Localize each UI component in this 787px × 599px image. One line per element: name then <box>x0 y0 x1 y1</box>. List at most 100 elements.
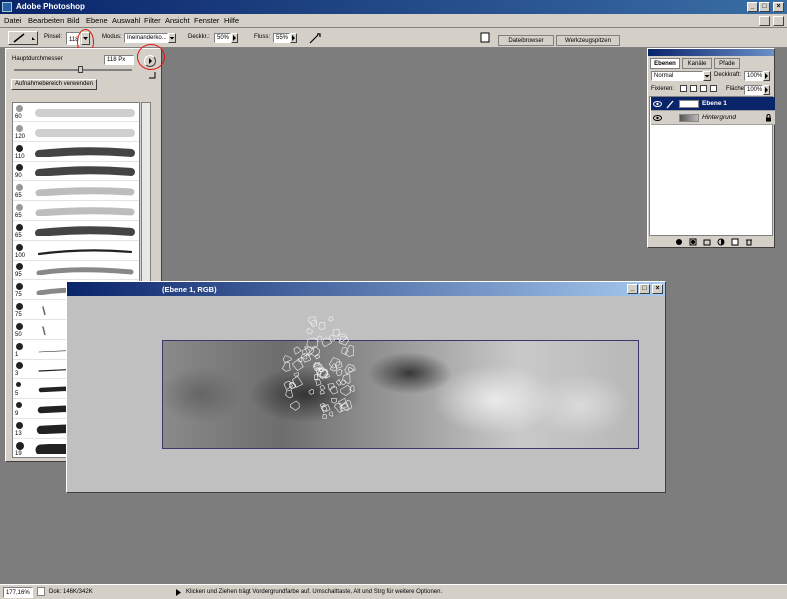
blend-mode-select[interactable]: Normal <box>651 71 703 81</box>
brush-preset[interactable]: 100 <box>13 242 139 261</box>
palette-well-icon[interactable] <box>480 32 490 43</box>
cursor-fragment <box>316 335 323 342</box>
brush-preset[interactable]: 60 <box>13 103 139 122</box>
new-set-icon[interactable] <box>703 238 711 246</box>
menu-ansicht[interactable]: Ansicht <box>165 16 190 25</box>
lock-position-checkbox[interactable] <box>700 85 707 92</box>
diameter-field[interactable]: 118 Px <box>104 55 134 65</box>
layer-name[interactable]: Hintergrund <box>702 114 736 121</box>
diameter-slider-track[interactable] <box>14 69 132 71</box>
new-fill-layer-icon[interactable] <box>717 238 725 246</box>
lock-icon <box>766 114 771 122</box>
doc-maximize-button[interactable]: □ <box>639 284 650 294</box>
tab-kanaele[interactable]: Kanäle <box>682 58 712 69</box>
menu-bild[interactable]: Bild <box>67 16 80 25</box>
cursor-fragment <box>321 337 332 348</box>
eye-icon[interactable] <box>653 100 662 108</box>
brush-tip-thumbnail <box>16 243 23 251</box>
tab-toolpresets[interactable]: Werkzeugspitzen <box>556 35 620 46</box>
mode-select[interactable]: Ineinanderko... <box>124 33 168 43</box>
layer-thumbnail <box>679 100 699 108</box>
app-titlebar: Adobe Photoshop _ □ × <box>0 0 787 14</box>
resize-corner-icon[interactable] <box>148 71 156 79</box>
brush-stroke-path <box>36 267 134 276</box>
doc-size: Dok: 146K/342K <box>49 589 93 595</box>
cursor-fragment <box>340 384 352 396</box>
fill-field[interactable]: 100% <box>744 85 763 95</box>
tool-preset-picker[interactable] <box>8 31 38 45</box>
layer-opacity-field[interactable]: 100% <box>744 71 763 81</box>
brush-preset[interactable]: 90 <box>13 162 139 182</box>
flow-field[interactable]: 55% <box>273 33 290 43</box>
menu-datei[interactable]: Datei <box>4 16 22 25</box>
play-arrow-icon[interactable] <box>175 588 182 597</box>
cursor-fragment <box>281 361 291 372</box>
brush-tip-thumbnail <box>16 223 23 231</box>
layers-footer <box>649 237 773 247</box>
flow-slider-button[interactable] <box>290 33 297 43</box>
brush-preset[interactable]: 110 <box>13 143 139 162</box>
blend-mode-dropdown[interactable] <box>703 71 711 81</box>
fill-slider-button[interactable] <box>763 85 770 95</box>
zoom-field[interactable]: 177,16% <box>3 587 33 598</box>
menu-close-button[interactable] <box>773 16 784 26</box>
cursor-fragment <box>335 368 343 376</box>
minimize-button[interactable]: _ <box>747 2 758 12</box>
eye-icon[interactable] <box>653 114 662 122</box>
layer-row[interactable]: Ebene 1 <box>651 97 775 111</box>
close-button[interactable]: × <box>773 2 784 12</box>
layer-mask-icon[interactable] <box>689 238 697 246</box>
menu-filter[interactable]: Filter <box>144 16 161 25</box>
brush-preset[interactable]: 65 <box>13 182 139 202</box>
layer-row[interactable]: Hintergrund <box>651 111 775 125</box>
opacity-slider-button[interactable] <box>231 33 238 43</box>
brush-preset[interactable]: 120 <box>13 123 139 142</box>
brush-preset[interactable]: 95 <box>13 261 139 281</box>
lock-all-checkbox[interactable] <box>710 85 717 92</box>
chevron-right-icon <box>765 73 768 79</box>
cursor-fragment <box>313 361 321 369</box>
opacity-field[interactable]: 50% <box>214 33 231 43</box>
maximize-button[interactable]: □ <box>759 2 770 12</box>
new-layer-icon[interactable] <box>731 238 739 246</box>
airbrush-icon[interactable] <box>308 31 322 45</box>
status-hint: Klicken und Ziehen trägt Vordergrundfarb… <box>186 589 443 595</box>
lock-transparency-checkbox[interactable] <box>680 85 687 92</box>
layers-panel-titlebar <box>648 49 774 56</box>
cursor-fragment <box>285 389 293 399</box>
menu-hilfe[interactable]: Hilfe <box>224 16 239 25</box>
diameter-slider-thumb[interactable] <box>78 66 83 73</box>
menu-fenster[interactable]: Fenster <box>194 16 219 25</box>
brush-cursor-outline <box>281 316 356 419</box>
tab-ebenen[interactable]: Ebenen <box>650 58 680 69</box>
brush-preset[interactable]: 65 <box>13 222 139 241</box>
brush-layer-icon <box>666 100 674 109</box>
layer-style-icon[interactable] <box>675 238 683 246</box>
menu-ebene[interactable]: Ebene <box>86 16 108 25</box>
layer-name[interactable]: Ebene 1 <box>702 100 727 107</box>
diameter-label: Hauptdurchmesser <box>12 56 63 62</box>
brush-tip-thumbnail <box>16 124 23 132</box>
doc-minimize-button[interactable]: _ <box>627 284 638 294</box>
flow-label: Fluss: <box>254 34 271 40</box>
brush-preset[interactable]: 65 <box>13 202 139 221</box>
menu-auswahl[interactable]: Auswahl <box>112 16 140 25</box>
menu-restore-button[interactable] <box>759 16 770 26</box>
cursor-fragment <box>319 390 325 395</box>
doc-close-button[interactable]: × <box>652 284 663 294</box>
photoshop-icon <box>2 2 12 12</box>
menu-bearbeiten[interactable]: Bearbeiten <box>28 16 64 25</box>
tab-filebrowser[interactable]: Dateibrowser <box>498 35 554 46</box>
trash-icon[interactable] <box>745 238 753 246</box>
brush-tip-thumbnail <box>16 322 23 330</box>
sample-area-button[interactable]: Aufnahmebereich verwenden <box>11 79 97 90</box>
lock-pixels-checkbox[interactable] <box>690 85 697 92</box>
brush-size-label: 65 <box>15 213 22 219</box>
tab-pfade[interactable]: Pfade <box>714 58 740 69</box>
brush-stroke-preview <box>37 248 133 255</box>
layer-opacity-slider-button[interactable] <box>763 71 770 81</box>
options-bar: Pinsel: 118 Modus: Ineinanderko... Deckk… <box>0 28 787 55</box>
mode-dropdown-button[interactable] <box>168 33 176 43</box>
image-canvas[interactable] <box>162 340 639 449</box>
cursor-fragment <box>322 414 327 419</box>
